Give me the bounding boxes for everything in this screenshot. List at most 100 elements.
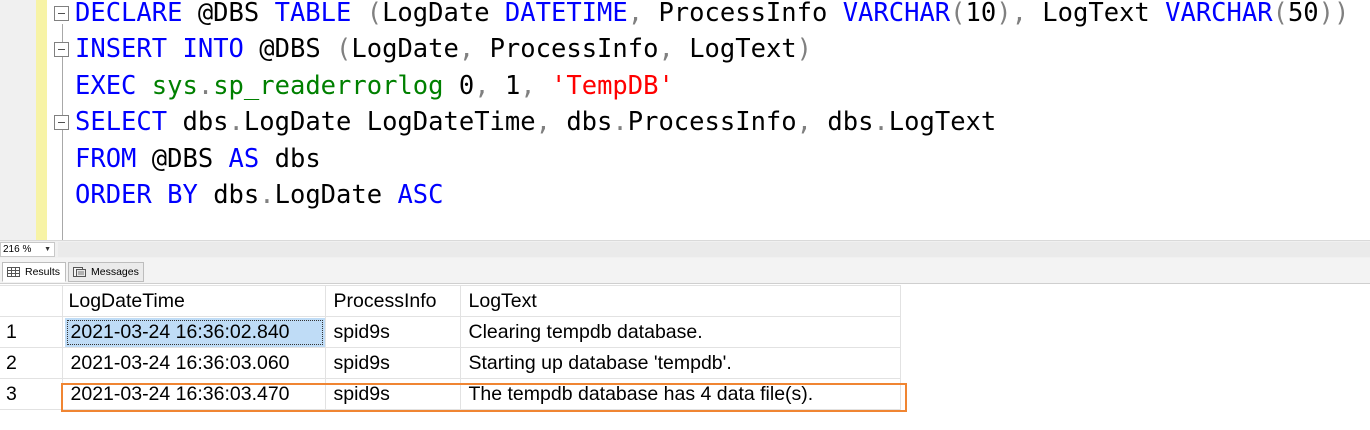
cell-logtext[interactable]: Clearing tempdb database.	[459, 316, 901, 348]
code-token: ,	[658, 34, 690, 64]
code-token: (	[351, 0, 383, 28]
code-token: @DBS	[182, 0, 275, 28]
code-token: VARCHAR	[1165, 0, 1273, 28]
code-token: dbs	[197, 180, 260, 210]
code-line-6[interactable]: ORDER BY dbs.LogDate ASC	[75, 177, 444, 213]
chevron-down-icon[interactable]: ▼	[44, 243, 51, 256]
code-line-3[interactable]: EXEC sys.sp_readerrorlog 0, 1, 'TempDB'	[75, 68, 674, 104]
code-token: dbs	[167, 107, 229, 137]
code-token: ProcessInfo	[658, 0, 843, 28]
code-token: .	[612, 107, 628, 137]
code-token: TABLE	[274, 0, 352, 28]
code-token: ,	[520, 71, 552, 101]
change-tracking-margin	[36, 0, 47, 240]
collapse-icon[interactable]	[54, 6, 69, 21]
code-token: EXEC	[75, 71, 137, 101]
code-token: FROM	[75, 144, 137, 174]
code-token: ProcessInfo	[627, 107, 797, 137]
code-token: ),	[996, 0, 1043, 28]
result-tabs: Results Messages	[0, 258, 1370, 284]
code-token: BY	[167, 180, 198, 210]
code-token: 50	[1287, 0, 1319, 28]
code-token: LogText	[888, 107, 997, 137]
header-row: LogDateTime ProcessInfo LogText	[0, 285, 901, 317]
code-line-5[interactable]: FROM @DBS AS dbs	[75, 141, 321, 177]
code-token: DATETIME	[504, 0, 628, 28]
code-token: 10	[965, 0, 997, 28]
code-token: 'TempDB'	[551, 71, 674, 101]
code-token: sys	[151, 71, 198, 101]
line-number-gutter	[0, 0, 36, 240]
cell-processinfo[interactable]: spid9s	[324, 316, 461, 348]
editor-status-strip: 216 % ▼	[0, 240, 1370, 258]
code-token: .	[259, 180, 275, 210]
tab-results[interactable]: Results	[2, 262, 66, 282]
code-line-2[interactable]: INSERT INTO @DBS (LogDate, ProcessInfo, …	[75, 31, 812, 67]
code-token: LogText	[1042, 0, 1166, 28]
collapse-icon[interactable]	[54, 115, 69, 130]
code-token: LogDate	[274, 180, 398, 210]
code-token: ,	[474, 71, 505, 101]
table-row[interactable]: 3 2021-03-24 16:36:03.470 spid9s The tem…	[0, 378, 901, 410]
code-token: 1	[504, 71, 521, 101]
results-grid[interactable]: LogDateTime ProcessInfo LogText 1 2021-0…	[0, 284, 1370, 430]
code-token: AS	[228, 144, 260, 174]
results-table: LogDateTime ProcessInfo LogText 1 2021-0…	[0, 285, 901, 410]
code-token: (	[1272, 0, 1288, 28]
row-number[interactable]: 2	[0, 347, 63, 379]
cell-logdatetime[interactable]: 2021-03-24 16:36:02.840	[61, 316, 326, 348]
column-header-logtext[interactable]: LogText	[459, 285, 901, 317]
collapse-icon[interactable]	[54, 42, 69, 57]
table-row[interactable]: 1 2021-03-24 16:36:02.840 spid9s Clearin…	[0, 316, 901, 348]
cell-processinfo[interactable]: spid9s	[324, 347, 461, 379]
code-line-4[interactable]: SELECT dbs.LogDate LogDateTime, dbs.Proc…	[75, 104, 996, 140]
tab-results-label: Results	[25, 266, 61, 278]
code-token: LogDate	[351, 34, 459, 64]
code-token: )	[796, 34, 813, 64]
code-token: @DBS	[136, 144, 229, 174]
code-token: SELECT	[75, 107, 168, 137]
code-token: .	[197, 71, 214, 101]
cell-logtext[interactable]: The tempdb database has 4 data file(s).	[459, 378, 901, 410]
code-token: .	[873, 107, 889, 137]
code-line-1[interactable]: DECLARE @DBS TABLE (LogDate DATETIME, Pr…	[75, 0, 1349, 31]
code-token: ORDER	[75, 180, 152, 210]
code-token: VARCHAR	[842, 0, 951, 28]
cell-logtext[interactable]: Starting up database 'tempdb'.	[459, 347, 901, 379]
code-token: INTO	[182, 34, 244, 64]
row-number[interactable]: 3	[0, 378, 63, 410]
code-token: LogDate LogDateTime	[243, 107, 536, 137]
row-number[interactable]: 1	[0, 316, 63, 348]
code-token: ,	[627, 0, 659, 28]
code-token: dbs	[827, 107, 874, 137]
code-token: @DBS	[243, 34, 337, 64]
column-header-logdatetime[interactable]: LogDateTime	[61, 285, 326, 317]
code-token: LogDate	[382, 0, 505, 28]
table-row[interactable]: 2 2021-03-24 16:36:03.060 spid9s Startin…	[0, 347, 901, 379]
horizontal-scrollbar[interactable]	[58, 242, 1370, 257]
code-token: .	[228, 107, 244, 137]
zoom-dropdown[interactable]: 216 % ▼	[0, 242, 55, 257]
cell-logdatetime[interactable]: 2021-03-24 16:36:03.470	[61, 378, 326, 410]
row-header-corner[interactable]	[0, 285, 63, 317]
messages-icon	[73, 267, 86, 277]
code-token: ))	[1318, 0, 1350, 28]
column-header-processinfo[interactable]: ProcessInfo	[324, 285, 461, 317]
selected-cell[interactable]: 2021-03-24 16:36:02.840	[64, 317, 325, 347]
cell-logdatetime[interactable]: 2021-03-24 16:36:03.060	[61, 347, 326, 379]
code-token: ,	[535, 107, 567, 137]
query-editor[interactable]: DECLARE @DBS TABLE (LogDate DATETIME, Pr…	[0, 0, 1370, 240]
tab-messages-label: Messages	[91, 266, 139, 278]
code-token: ProcessInfo	[489, 34, 659, 64]
code-token: (	[950, 0, 966, 28]
tab-messages[interactable]: Messages	[68, 262, 144, 282]
cell-processinfo[interactable]: spid9s	[324, 378, 461, 410]
code-token: 0	[443, 71, 475, 101]
code-token: ,	[796, 107, 828, 137]
code-token: (	[336, 34, 352, 64]
code-token: sp_readerrorlog	[213, 71, 444, 101]
code-token: ,	[458, 34, 490, 64]
